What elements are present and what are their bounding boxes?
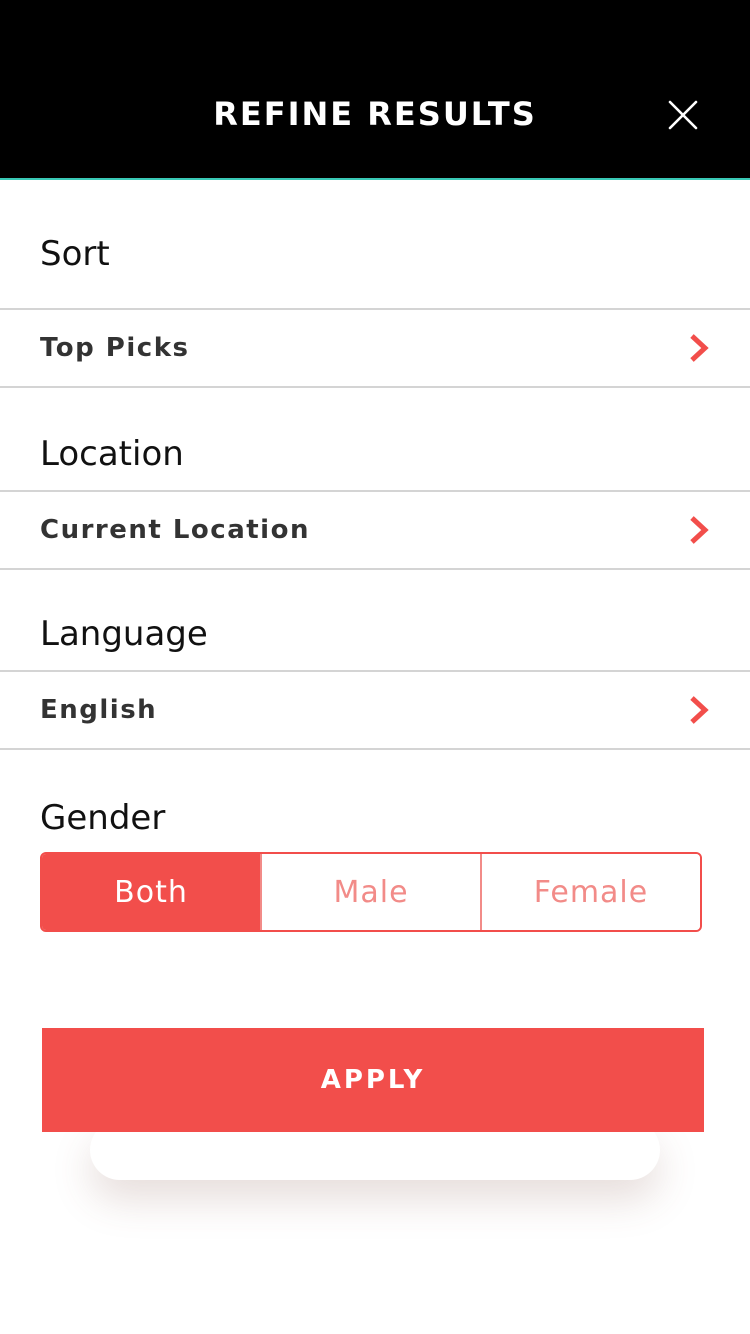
page-title: REFINE RESULTS <box>213 95 537 133</box>
language-option-row[interactable]: English <box>0 672 750 748</box>
gender-section-label: Gender <box>40 798 166 838</box>
language-section-label: Language <box>40 614 208 654</box>
location-value: Current Location <box>40 515 310 545</box>
gender-segmented-control: Both Male Female <box>40 852 702 932</box>
chevron-right-icon <box>690 696 709 724</box>
chevron-right-icon <box>690 516 709 544</box>
sort-section-label: Sort <box>40 234 110 274</box>
close-button[interactable] <box>662 94 704 136</box>
sort-option-row[interactable]: Top Picks <box>0 310 750 386</box>
divider <box>0 568 750 570</box>
close-icon <box>668 100 698 130</box>
location-section-label: Location <box>40 434 184 474</box>
chevron-right-icon <box>690 334 709 362</box>
divider <box>0 748 750 750</box>
sort-value: Top Picks <box>40 333 190 363</box>
gender-option-both[interactable]: Both <box>42 854 260 930</box>
language-value: English <box>40 695 158 725</box>
gender-option-female[interactable]: Female <box>480 854 700 930</box>
apply-button[interactable]: APPLY <box>42 1028 704 1132</box>
header-bar: REFINE RESULTS <box>0 0 750 180</box>
gender-option-male[interactable]: Male <box>260 854 480 930</box>
divider <box>0 386 750 388</box>
location-option-row[interactable]: Current Location <box>0 492 750 568</box>
